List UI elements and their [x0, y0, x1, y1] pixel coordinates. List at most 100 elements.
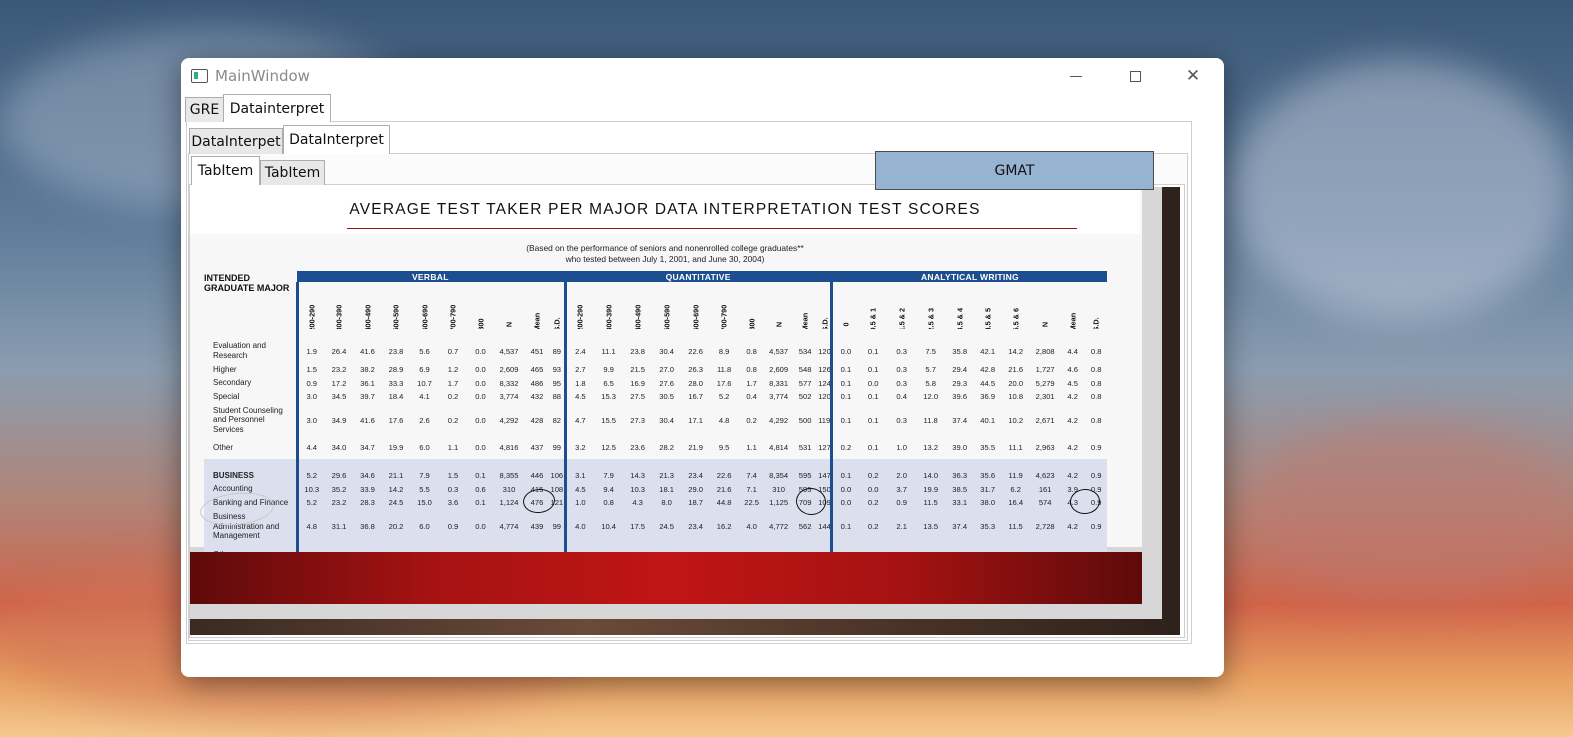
column-header: 0	[829, 282, 860, 329]
column-header-label: N	[504, 321, 514, 328]
score-cell: 0.3	[439, 482, 467, 496]
column-header: 400-490	[353, 282, 382, 329]
score-cell: 8.9	[718, 346, 730, 356]
app-icon	[191, 69, 208, 83]
tab-tabitem-2[interactable]: TabItem	[260, 160, 325, 185]
tab-datainterpret[interactable]: Datainterpret	[223, 94, 331, 122]
score-cell: 2,671	[1035, 415, 1055, 425]
score-cell: 16.9	[630, 378, 646, 388]
score-cell: 0.8	[1090, 415, 1102, 425]
window-title: MainWindow	[215, 67, 310, 85]
score-cell: 8.0	[652, 496, 682, 510]
score-cell: 16.2	[710, 509, 739, 544]
document-header: AVERAGE TEST TAKER PER MAJOR DATA INTERP…	[190, 187, 1140, 234]
score-cell: 36.3	[945, 468, 975, 483]
score-cell: 7.9	[594, 468, 624, 483]
score-cell: 451	[530, 346, 544, 356]
score-cell: 1.5	[295, 363, 325, 377]
score-cell: 0.0	[829, 482, 860, 496]
score-cell: 4.0	[738, 509, 766, 544]
score-cell: 0.0	[829, 339, 860, 363]
score-cell: 38.5	[945, 482, 975, 496]
column-header: 500-590	[652, 282, 681, 329]
tab-gre[interactable]: GRE	[185, 97, 224, 122]
score-cell: 14.0	[916, 468, 946, 483]
score-cell: 27.6	[659, 378, 675, 388]
score-cell: 0.9	[295, 376, 325, 390]
score-cell: 5.7	[925, 365, 936, 375]
tab-datainterpret-2[interactable]: DataInterpret	[283, 125, 390, 154]
score-cell: 5.2	[295, 468, 325, 483]
score-cell: 37.4	[945, 509, 975, 544]
score-cell: 0.1	[829, 403, 860, 437]
score-cell: 2.7	[563, 363, 595, 377]
score-cell: 310	[494, 482, 524, 496]
score-cell: 20.2	[382, 509, 410, 544]
score-cell: 4.1	[419, 392, 430, 402]
score-cell: 31.7	[974, 482, 1002, 496]
score-cell: 3,774	[769, 392, 789, 402]
score-cell: 0.9	[1085, 468, 1108, 483]
column-header-label: 3.5 & 4	[955, 307, 965, 329]
score-cell: 14.3	[623, 468, 653, 483]
maximize-icon	[1129, 70, 1141, 82]
column-header: 200-290	[563, 282, 595, 329]
title-bar[interactable]: MainWindow ✕	[181, 58, 1224, 94]
score-cell: 10.4	[594, 509, 624, 544]
score-cell: 12.5	[601, 443, 617, 452]
score-cell: 23.2	[325, 496, 353, 510]
score-cell: 5.5	[410, 482, 439, 496]
score-cell: 577	[798, 378, 812, 388]
column-header-label: 400-490	[633, 304, 643, 329]
score-cell: 33.9	[353, 482, 382, 496]
score-cell: 21.6	[1008, 365, 1024, 375]
score-cell: 4.4	[1067, 346, 1078, 356]
maximize-button[interactable]	[1112, 58, 1158, 94]
score-cell: 0.3	[896, 346, 907, 356]
score-cell: 4.2	[1060, 468, 1086, 483]
score-cell: 1.7	[447, 378, 459, 388]
tab-tabitem-1[interactable]: TabItem	[191, 156, 260, 185]
score-cell: 18.4	[388, 392, 404, 402]
score-cell: 0.1	[829, 390, 860, 404]
score-cell: 5.2	[295, 496, 325, 510]
score-cell: 0.0	[475, 415, 486, 425]
score-cell: 5.6	[419, 346, 430, 356]
score-cell: 10.3	[295, 482, 325, 496]
score-cell: 4.4	[295, 436, 325, 459]
score-cell: 8,354	[765, 468, 793, 483]
background-cloud	[1250, 420, 1570, 600]
table-row: Business Administration and Management 4.…	[204, 509, 1108, 544]
score-cell: 28.3	[353, 496, 382, 510]
table-row: Other 4.4 34.0 34.7 19.9 6.0 1.1 0.0 4,816 437 99 3…	[204, 436, 1107, 459]
column-header-label: Mean	[1068, 312, 1078, 329]
score-cell: 17.2	[331, 378, 347, 388]
score-cell: 6.0	[419, 443, 430, 452]
score-cell: 29.6	[325, 468, 353, 483]
score-cell: 24.5	[382, 496, 410, 510]
group-header: QUANTITATIVE	[563, 271, 832, 282]
score-cell: 38.2	[360, 365, 375, 375]
column-header: 500-590	[382, 282, 410, 329]
column-header-label: 0	[841, 322, 851, 327]
score-cell: 4.3	[623, 496, 653, 510]
table-row: Special 3.0 34.5 39.7 18.4 4.1 0.2 0.0 3,774 432 8…	[204, 390, 1107, 404]
score-cell: 1.1	[746, 443, 757, 452]
score-cell: 11.9	[1001, 468, 1031, 483]
close-button[interactable]: ✕	[1170, 58, 1216, 94]
score-cell: 0.1	[867, 346, 879, 356]
minimize-button[interactable]	[1053, 58, 1099, 94]
score-cell: 439	[524, 509, 550, 544]
score-cell: 1.0	[563, 496, 595, 510]
score-cell: 9.9	[603, 365, 614, 375]
column-header-label: 700-790	[719, 304, 729, 329]
score-cell: 502	[798, 392, 812, 402]
score-cell: 11.5	[916, 496, 946, 510]
score-cell: 0.1	[867, 443, 879, 452]
score-cell: 23.8	[630, 346, 646, 356]
column-header: 4.5 & 5	[974, 282, 1001, 329]
score-cell: 9.4	[594, 482, 624, 496]
column-header: S.D.	[1085, 282, 1107, 329]
tab-datainterpet[interactable]: DataInterpet	[189, 128, 283, 154]
gmat-button[interactable]: GMAT	[875, 151, 1154, 190]
